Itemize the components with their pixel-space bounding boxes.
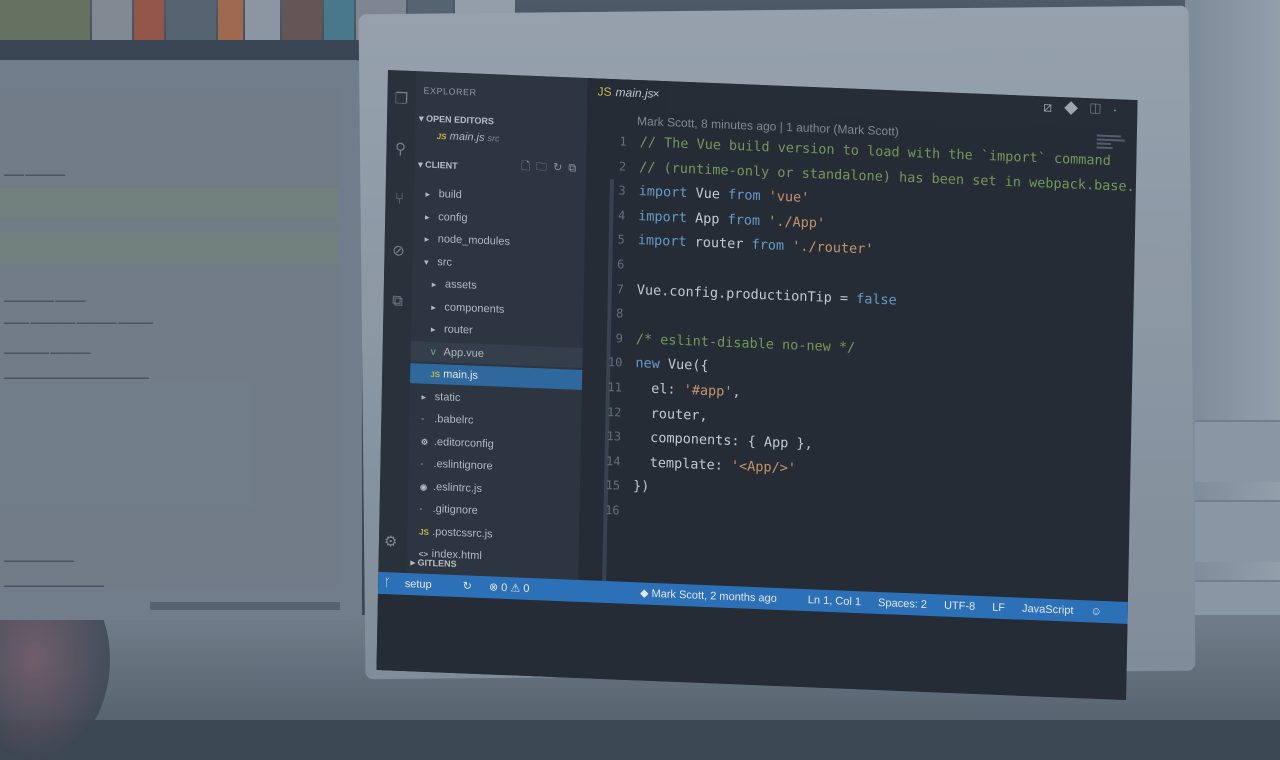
folder-chevron-icon: ▾: [424, 257, 429, 267]
tab-main-js[interactable]: JS main.js ×: [587, 78, 668, 112]
feedback-icon[interactable]: ☺: [1090, 606, 1101, 618]
git-branch-icon: ᚴ: [384, 577, 391, 590]
indentation[interactable]: Spaces: 2: [878, 597, 927, 611]
tree-item-label: .eslintrc.js: [432, 480, 483, 495]
wall-panel: [1195, 500, 1280, 562]
js-file-icon: JS: [430, 369, 441, 380]
sync-icon[interactable]: ↻: [463, 580, 472, 592]
tree-item-label: components: [444, 300, 505, 316]
js-file-icon: JS: [597, 84, 612, 99]
tree-item-label: App.vue: [443, 345, 485, 360]
refresh-icon[interactable]: ↻: [553, 162, 568, 175]
branch-indicator[interactable]: ᚴ setup: [384, 577, 446, 591]
line-number: 5: [617, 232, 625, 247]
file-file-icon: ◦: [421, 414, 425, 424]
js-file-icon: JS: [436, 131, 447, 142]
gear-icon[interactable]: ⚙: [384, 532, 398, 551]
editor-actions: ⧄◆◫·: [1043, 98, 1130, 118]
line-number: 9: [615, 331, 624, 346]
tree-item-label: src: [437, 255, 453, 269]
folder-chevron-icon: ▸: [431, 302, 436, 312]
close-icon[interactable]: ×: [652, 81, 660, 107]
vscode-window: ❐ ⚲ ⑂ ⊘ ⧉ ⚙ EXPLORER ▾ OPEN EDITORS JS ma…: [376, 70, 1138, 700]
cursor-position[interactable]: Ln 1, Col 1: [808, 594, 861, 608]
line-number: 16: [605, 502, 620, 518]
explorer-title: EXPLORER: [423, 85, 477, 98]
eslint-file-icon: ◉: [419, 482, 428, 492]
tree-item-label: .eslintignore: [433, 458, 493, 473]
file-file-icon: ◦: [420, 459, 424, 469]
line-number: 11: [607, 379, 623, 395]
open-editor-item[interactable]: JS main.js src: [415, 125, 587, 152]
new-folder-icon[interactable]: 🗀: [536, 161, 553, 174]
folder-chevron-icon: ▸: [424, 234, 429, 244]
line-number: 1: [619, 134, 627, 149]
line-number: 8: [615, 306, 624, 321]
source-control-icon[interactable]: ⑂: [390, 190, 408, 209]
folder-chevron-icon: ▸: [425, 189, 430, 199]
left-monitor: ▬▬▬▬ ▬▬▬▬▬▬▬▬ ▬▬▬▬▬▬▬▬▬▬ ▬▬▬▬▬▬ ▬▬▬▬▬ ▬▬…: [0, 60, 362, 620]
language-mode[interactable]: JavaScript: [1022, 603, 1074, 617]
line-number: 2: [618, 158, 627, 174]
problems-indicator[interactable]: ⊗ 0 ⚠ 0: [489, 581, 530, 595]
folder-chevron-icon: ▸: [425, 212, 430, 222]
code-text: }): [632, 478, 650, 496]
left-monitor-screen: ▬▬▬▬ ▬▬▬▬▬▬▬▬ ▬▬▬▬▬▬▬▬▬▬ ▬▬▬▬▬▬ ▬▬▬▬▬ ▬▬…: [0, 88, 338, 590]
line-number: 4: [617, 208, 626, 223]
split-editor-icon[interactable]: ◫: [1090, 100, 1113, 117]
line-number: 14: [605, 453, 621, 469]
line-ending[interactable]: LF: [992, 602, 1005, 615]
gitlens-header[interactable]: ▸ GITLENS: [410, 557, 456, 570]
folder-chevron-icon: ▸: [421, 392, 426, 402]
tree-item-label: build: [438, 188, 462, 202]
compare-icon[interactable]: ⧄: [1043, 98, 1064, 115]
tree-item-label: node_modules: [437, 233, 511, 248]
monitor-buttons: [150, 602, 340, 610]
extensions-icon[interactable]: ⧉: [388, 292, 406, 311]
tree-item-label: .editorconfig: [433, 435, 494, 450]
search-icon[interactable]: ⚲: [391, 140, 409, 159]
code-text: new Vue({: [635, 355, 709, 375]
tree-item-label: .gitignore: [432, 503, 478, 517]
line-number: 10: [607, 355, 623, 370]
line-number: 6: [616, 257, 625, 272]
collapse-all-icon[interactable]: ⧉: [568, 162, 582, 175]
vue-file-icon: V: [430, 347, 437, 357]
line-number: 12: [606, 404, 622, 420]
files-icon[interactable]: ❐: [392, 90, 410, 109]
tree-item-label: static: [434, 390, 461, 404]
tree-item-label: .postcssrc.js: [432, 525, 493, 540]
tree-item-label: config: [438, 210, 468, 224]
tree-item-label: .babelrc: [434, 413, 474, 427]
file-file-icon: ◦: [419, 504, 423, 514]
code-editor[interactable]: 1// The Vue build version to load with t…: [579, 128, 1135, 542]
wall-panel: [1195, 420, 1280, 482]
client-folder-header[interactable]: ▾ CLIENT: [418, 159, 458, 172]
debug-icon[interactable]: ⊘: [389, 242, 407, 261]
line-number: 15: [605, 478, 621, 493]
git-blame-status[interactable]: ◆ Mark Scott, 2 months ago: [640, 587, 791, 605]
tree-item-label: router: [443, 323, 473, 337]
encoding[interactable]: UTF-8: [944, 600, 975, 613]
tree-item-label: assets: [444, 278, 477, 292]
folder-chevron-icon: ▸: [430, 324, 436, 335]
folder-chevron-icon: ▸: [431, 279, 436, 290]
minimap[interactable]: [1096, 132, 1127, 155]
git-icon[interactable]: ◆: [1064, 99, 1090, 116]
js-file-icon: JS: [419, 527, 430, 537]
explorer-toolbar: 🗋🗀↻⧉: [521, 157, 582, 178]
line-number: 13: [606, 429, 622, 444]
gear-file-icon: ⚙: [420, 437, 429, 447]
code-text: router,: [634, 404, 708, 424]
new-file-icon[interactable]: 🗋: [521, 160, 536, 173]
line-number: 3: [618, 183, 626, 198]
more-icon[interactable]: ·: [1113, 101, 1130, 118]
tree-item-label: main.js: [443, 368, 479, 382]
line-number: 7: [616, 281, 624, 297]
